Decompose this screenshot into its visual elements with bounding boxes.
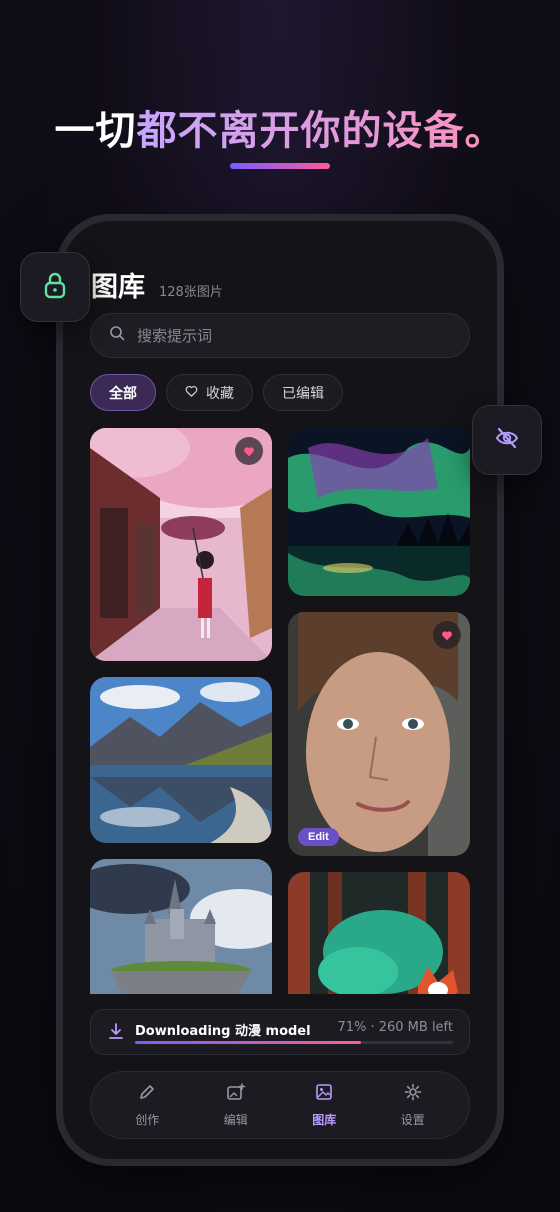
heart-outline-icon: [185, 385, 198, 401]
filter-all[interactable]: 全部: [90, 374, 156, 411]
nav-gallery[interactable]: 图库: [284, 1083, 364, 1128]
filter-favorites[interactable]: 收藏: [166, 374, 253, 411]
heart-filled-icon: [243, 446, 255, 457]
image-grid: Edit: [90, 428, 470, 994]
nav-settings[interactable]: 设置: [373, 1083, 453, 1128]
image-tile[interactable]: Edit: [288, 612, 470, 856]
image-edit-icon: [226, 1082, 246, 1106]
headline: 一切都不离开你的设备。: [0, 98, 560, 156]
headline-part2: 都不离开你的设备。: [136, 108, 506, 154]
mountain-lake-image: [90, 677, 272, 843]
nav-create-label: 创作: [135, 1112, 160, 1127]
filter-edited-label: 已编辑: [282, 385, 324, 402]
nav-create[interactable]: 创作: [107, 1083, 187, 1128]
download-label: Downloading 动漫 model: [135, 1024, 311, 1039]
nav-edit-label: 编辑: [223, 1112, 248, 1127]
gear-icon: [404, 1083, 422, 1106]
fox-forest-image: [288, 872, 470, 994]
filter-chips: 全部 收藏 已编辑: [90, 374, 343, 411]
search-bar[interactable]: [90, 313, 470, 358]
headline-part1: 一切: [54, 108, 137, 154]
edit-badge: Edit: [298, 828, 339, 846]
download-progress-track: [135, 1041, 453, 1044]
phone-frame: 图库 128张图片 全部 收藏 已编辑: [56, 214, 504, 1166]
image-tile[interactable]: [90, 859, 272, 994]
headline-underline: [230, 163, 330, 169]
search-input[interactable]: [137, 326, 437, 345]
nav-gallery-label: 图库: [312, 1112, 337, 1127]
castle-image: [90, 859, 272, 994]
bottom-nav: 创作 编辑 图库 设置: [90, 1071, 470, 1139]
download-progress-fill: [135, 1041, 361, 1044]
download-icon: [109, 1023, 123, 1044]
filter-all-label: 全部: [109, 385, 137, 402]
filter-edited[interactable]: 已编辑: [263, 374, 343, 411]
favorite-badge[interactable]: [235, 437, 263, 465]
favorite-badge[interactable]: [433, 621, 461, 649]
nav-edit[interactable]: 编辑: [196, 1082, 276, 1128]
download-progress: Downloading 动漫 model 71% · 260 MB left: [90, 1009, 470, 1055]
image-tile[interactable]: [288, 428, 470, 596]
page-title: 图库: [91, 272, 145, 303]
image-tile[interactable]: [288, 872, 470, 994]
lock-icon: [42, 271, 68, 304]
download-status: 71% · 260 MB left: [337, 1020, 453, 1035]
aurora-image: [288, 428, 470, 596]
phone-screen: 图库 128张图片 全部 收藏 已编辑: [63, 221, 497, 1159]
filter-favorites-label: 收藏: [206, 385, 234, 402]
lock-badge: [20, 252, 90, 322]
image-count: 128张图片: [159, 285, 223, 300]
privacy-badge: [472, 405, 542, 475]
image-tile[interactable]: [90, 428, 272, 661]
gallery-icon: [315, 1083, 333, 1106]
nav-settings-label: 设置: [400, 1112, 425, 1127]
eye-off-icon: [494, 425, 520, 456]
gallery-header: 图库 128张图片: [91, 265, 223, 304]
heart-filled-icon: [441, 630, 453, 641]
image-tile[interactable]: [90, 677, 272, 843]
pencil-icon: [138, 1083, 156, 1106]
search-icon: [109, 325, 125, 346]
